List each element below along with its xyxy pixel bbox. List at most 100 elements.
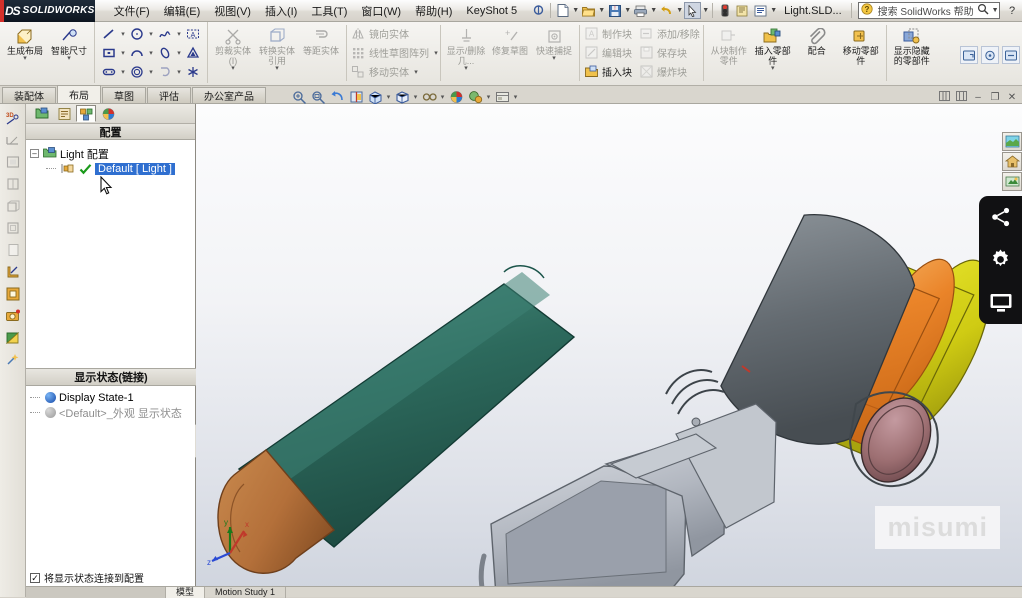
apply-scene-dropdown[interactable]: ▾ — [485, 93, 492, 101]
new-sheet-icon[interactable] — [3, 240, 23, 260]
repair-sketch-button[interactable]: + 修复草图 — [488, 24, 532, 84]
zoom-to-fit-icon[interactable] — [290, 89, 308, 106]
view-settings-icon[interactable] — [493, 89, 511, 106]
convert-entities-dropdown[interactable]: ▾ — [275, 65, 279, 72]
view-settings-dropdown[interactable]: ▾ — [512, 93, 519, 101]
undo-dropdown[interactable]: ▼ — [676, 2, 683, 19]
display-state-row-1[interactable]: Display State-1 — [30, 390, 192, 405]
view-orientation-dropdown[interactable]: ▾ — [385, 93, 392, 101]
menu-insert[interactable]: 插入(I) — [258, 0, 304, 22]
hide-show-glasses-icon[interactable] — [420, 89, 438, 106]
smart-dimension-dropdown[interactable]: ▾ — [67, 55, 71, 62]
display-relations-dropdown[interactable]: ▾ — [464, 65, 468, 72]
config-root-row[interactable]: – Light 配置 — [30, 146, 191, 161]
linear-sketch-pattern-button[interactable]: 线性草图阵列 — [347, 43, 432, 62]
layout-sketch-icon[interactable] — [3, 262, 23, 282]
feature-tree-tab[interactable] — [32, 105, 52, 122]
display-delete-relations-button[interactable]: 显示/删除几... ▾ — [444, 24, 488, 84]
tile-horizontal-icon[interactable] — [938, 90, 950, 104]
make-part-from-block-button[interactable]: 从块制作零件 — [707, 24, 751, 84]
apply-scene-icon[interactable] — [466, 89, 484, 106]
print-icon[interactable] — [632, 2, 649, 19]
bottom-tab-motion-study[interactable]: Motion Study 1 — [205, 587, 287, 598]
new-document-icon[interactable] — [554, 2, 571, 19]
move-entities-dropdown[interactable]: ▾ — [412, 68, 420, 76]
spline-icon[interactable] — [155, 25, 175, 43]
rebuild-traffic-light-icon[interactable] — [716, 2, 733, 19]
hide-show-dropdown[interactable]: ▾ — [439, 93, 446, 101]
arc-icon[interactable] — [127, 44, 147, 62]
expand-panel-icon[interactable] — [1002, 46, 1020, 64]
menu-tools[interactable]: 工具(T) — [304, 0, 354, 22]
fillet-icon[interactable] — [155, 63, 175, 81]
bottom-tab-model[interactable]: 模型 — [166, 587, 206, 598]
quick-snaps-dropdown[interactable]: ▾ — [552, 55, 556, 62]
open-dropdown[interactable]: ▼ — [598, 2, 605, 19]
share-icon[interactable] — [988, 204, 1014, 230]
convert-entities-button[interactable]: 转换实体引用 ▾ — [255, 24, 299, 84]
display-state-row-2[interactable]: <Default>_外观 显示状态 — [30, 405, 192, 420]
appearances-icon[interactable] — [1002, 132, 1022, 151]
polygon-icon[interactable] — [127, 63, 147, 81]
scenes-house-icon[interactable] — [1002, 152, 1022, 171]
property-manager-tab[interactable] — [54, 105, 74, 122]
fillet-dropdown[interactable]: ▾ — [175, 68, 183, 76]
monitor-icon[interactable] — [988, 290, 1014, 316]
sketch-point-icon[interactable] — [183, 44, 203, 62]
rectangle-icon[interactable] — [99, 44, 119, 62]
insert-components-button[interactable]: 插入零部件 ▾ — [751, 24, 795, 84]
menu-view[interactable]: 视图(V) — [207, 0, 258, 22]
open-folder-icon[interactable] — [580, 2, 597, 19]
display-manager-tab[interactable] — [98, 105, 118, 122]
config-root-expander[interactable]: – — [30, 149, 39, 158]
options-panel-icon[interactable] — [981, 46, 999, 64]
new-document-dropdown[interactable]: ▼ — [572, 2, 579, 19]
add-remove-button[interactable]: 添加/移除 — [635, 24, 703, 43]
undo-icon[interactable] — [658, 2, 675, 19]
previous-view-icon[interactable] — [328, 89, 346, 106]
ellipse-icon[interactable] — [155, 44, 175, 62]
smart-dimension-button[interactable]: 智能尺寸 ▾ — [47, 24, 91, 84]
restore-doc-icon[interactable]: ❐ — [989, 92, 1001, 103]
link-display-states-checkbox[interactable]: ✓ — [30, 572, 40, 583]
close-doc-icon[interactable]: ✕ — [1006, 92, 1018, 103]
slot-dropdown[interactable]: ▾ — [119, 68, 127, 76]
config-child-label[interactable]: Default [ Light ] — [95, 162, 175, 175]
save-block-button[interactable]: 保存块 — [635, 43, 690, 62]
mirror-entities-button[interactable]: 镜向实体 — [347, 24, 412, 43]
edit-block-button[interactable]: 编辑块 — [580, 43, 635, 62]
trim-entities-button[interactable]: 剪裁实体(I) ▾ — [211, 24, 255, 84]
graphics-viewport[interactable]: misumi y x z — [196, 104, 1022, 597]
display-state-icon[interactable] — [3, 284, 23, 304]
view-orientation-icon[interactable] — [366, 89, 384, 106]
generate-layout-button[interactable]: 生成布局 ▾ — [3, 24, 47, 84]
link-display-states-checkbox-row[interactable]: ✓ 将显示状态连接到配置 — [30, 570, 144, 585]
menu-window[interactable]: 窗口(W) — [354, 0, 408, 22]
tile-vertical-icon[interactable] — [955, 90, 967, 104]
quick-snaps-button[interactable]: 快速捕捉 ▾ — [532, 24, 576, 84]
decals-icon[interactable] — [1002, 172, 1022, 191]
polygon-dropdown[interactable]: ▾ — [147, 68, 155, 76]
line-dropdown[interactable]: ▾ — [119, 30, 127, 38]
measure-icon[interactable] — [3, 130, 23, 150]
rectangle-dropdown[interactable]: ▾ — [119, 49, 127, 57]
config-child-row[interactable]: Default [ Light ] — [30, 161, 191, 176]
offset-entities-button[interactable]: 等距实体 — [299, 24, 343, 84]
text-icon[interactable]: A — [183, 25, 203, 43]
spline-dropdown[interactable]: ▾ — [175, 30, 183, 38]
assembly-feature-icon[interactable] — [3, 174, 23, 194]
appearance-camera-icon[interactable] — [3, 306, 23, 326]
select-arrow-icon[interactable] — [684, 2, 702, 19]
search-box[interactable]: ? 搜索 SolidWorks 帮助 ▼ — [857, 2, 1000, 19]
bottom-scroll-area[interactable] — [26, 587, 166, 598]
tab-evaluate[interactable]: 评估 — [147, 87, 191, 103]
show-hidden-components-button[interactable]: 显示隐藏的零部件 — [890, 24, 934, 84]
move-component-button[interactable]: 移动零部件 — [839, 24, 883, 84]
edit-appearance-sphere-icon[interactable] — [447, 89, 465, 106]
print-dropdown[interactable]: ▼ — [650, 2, 657, 19]
tab-assembly[interactable]: 装配体 — [2, 87, 56, 103]
minimize-doc-icon[interactable]: – — [972, 92, 984, 103]
point-star-icon[interactable] — [183, 63, 203, 81]
slot-icon[interactable] — [99, 63, 119, 81]
search-dropdown[interactable]: ▼ — [992, 2, 999, 19]
